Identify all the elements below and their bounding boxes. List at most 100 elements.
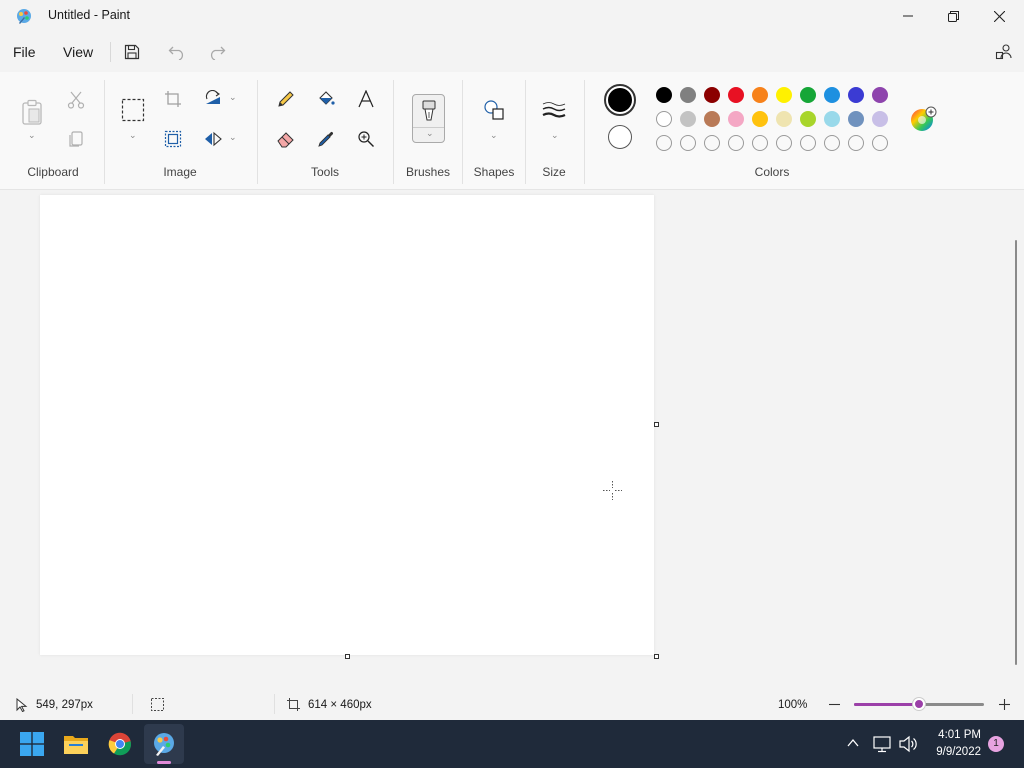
chrome-button[interactable] — [100, 724, 140, 764]
paste-button[interactable] — [18, 96, 46, 128]
secondary-color-button[interactable] — [608, 125, 632, 149]
shapes-button[interactable] — [480, 96, 508, 124]
custom-color-slot[interactable] — [824, 135, 840, 151]
flip-icon — [205, 131, 222, 147]
palette-color-swatch[interactable] — [848, 111, 864, 127]
palette-color-swatch[interactable] — [704, 111, 720, 127]
zoom-in-button[interactable] — [996, 696, 1012, 712]
color-picker-tool[interactable] — [312, 125, 340, 153]
close-button[interactable] — [976, 0, 1022, 32]
drawing-canvas[interactable] — [40, 195, 654, 655]
minimize-button[interactable] — [885, 0, 931, 32]
volume-button[interactable] — [898, 735, 918, 753]
plus-icon — [998, 698, 1010, 710]
magnifier-icon — [358, 131, 374, 147]
view-menu[interactable]: View — [63, 44, 93, 60]
shapes-dropdown-chevron[interactable]: ⌄ — [490, 130, 498, 141]
palette-color-swatch[interactable] — [752, 111, 768, 127]
palette-color-swatch[interactable] — [704, 87, 720, 103]
size-button[interactable] — [540, 96, 568, 124]
resize-handle-bottom[interactable] — [345, 654, 350, 659]
crop-button[interactable] — [159, 85, 187, 113]
eraser-tool[interactable] — [272, 125, 300, 153]
palette-color-swatch[interactable] — [776, 87, 792, 103]
edit-colors-button[interactable] — [910, 106, 938, 134]
menu-bar: File View — [0, 32, 1024, 72]
resize-button[interactable] — [159, 125, 187, 153]
file-explorer-button[interactable] — [56, 724, 96, 764]
notification-badge[interactable]: 1 — [988, 736, 1004, 752]
brushes-button[interactable]: ⌄ — [412, 94, 445, 143]
share-button[interactable] — [993, 41, 1015, 63]
palette-color-swatch[interactable] — [848, 87, 864, 103]
pencil-tool[interactable] — [272, 85, 300, 113]
zoom-slider-thumb[interactable] — [913, 698, 925, 710]
title-bar[interactable]: Untitled - Paint — [0, 0, 1024, 32]
brush-icon — [422, 100, 436, 121]
copy-button[interactable] — [62, 125, 90, 153]
flip-dropdown-chevron[interactable]: ⌄ — [229, 132, 237, 143]
custom-color-slot[interactable] — [656, 135, 672, 151]
palette-color-swatch[interactable] — [872, 87, 888, 103]
custom-color-slot[interactable] — [752, 135, 768, 151]
rotate-dropdown-chevron[interactable]: ⌄ — [229, 92, 237, 103]
palette-color-swatch[interactable] — [872, 111, 888, 127]
primary-color-button[interactable] — [604, 84, 636, 116]
restore-button[interactable] — [930, 0, 976, 32]
undo-button[interactable] — [166, 41, 188, 63]
clock-time[interactable]: 4:01 PM — [920, 729, 981, 741]
palette-color-swatch[interactable] — [680, 87, 696, 103]
palette-color-swatch[interactable] — [800, 111, 816, 127]
file-menu[interactable]: File — [13, 44, 36, 60]
group-divider — [584, 80, 585, 184]
brushes-dropdown-chevron[interactable]: ⌄ — [426, 128, 434, 139]
custom-color-slot[interactable] — [728, 135, 744, 151]
shapes-icon — [484, 100, 504, 120]
paint-taskbar-button[interactable] — [144, 724, 184, 764]
size-group-label: Size — [542, 165, 566, 179]
resize-handle-right[interactable] — [654, 422, 659, 427]
paste-dropdown-chevron[interactable]: ⌄ — [28, 130, 36, 141]
status-bar: 549, 297px 614 × 460px 100% — [0, 688, 1024, 720]
palette-color-swatch[interactable] — [680, 111, 696, 127]
chevron-up-icon — [847, 738, 859, 747]
resize-handle-corner[interactable] — [654, 654, 659, 659]
palette-color-swatch[interactable] — [800, 87, 816, 103]
custom-color-slot[interactable] — [800, 135, 816, 151]
fill-tool[interactable] — [312, 85, 340, 113]
start-button[interactable] — [12, 724, 52, 764]
palette-color-swatch[interactable] — [656, 111, 672, 127]
custom-color-slot[interactable] — [872, 135, 888, 151]
text-tool[interactable] — [352, 85, 380, 113]
select-button[interactable] — [119, 96, 147, 124]
custom-color-slot[interactable] — [704, 135, 720, 151]
rotate-button[interactable] — [199, 85, 227, 113]
palette-color-swatch[interactable] — [824, 111, 840, 127]
flip-button[interactable] — [199, 125, 227, 153]
palette-color-swatch[interactable] — [728, 111, 744, 127]
clock-date[interactable]: 9/9/2022 — [920, 746, 981, 758]
zoom-level[interactable]: 100% — [778, 699, 807, 711]
zoom-out-button[interactable] — [826, 696, 842, 712]
palette-color-swatch[interactable] — [656, 87, 672, 103]
show-hidden-icons-button[interactable] — [846, 736, 860, 750]
cut-button[interactable] — [62, 86, 90, 114]
scrollbar-thumb[interactable] — [1015, 240, 1017, 665]
taskbar: 4:01 PM 9/9/2022 1 — [0, 720, 1024, 768]
magnifier-tool[interactable] — [352, 125, 380, 153]
text-icon — [358, 90, 374, 108]
network-button[interactable] — [873, 735, 891, 753]
cut-icon — [67, 91, 85, 109]
size-dropdown-chevron[interactable]: ⌄ — [551, 130, 559, 141]
zoom-slider[interactable] — [854, 698, 984, 710]
custom-color-slot[interactable] — [848, 135, 864, 151]
custom-color-slot[interactable] — [680, 135, 696, 151]
custom-color-slot[interactable] — [776, 135, 792, 151]
redo-button[interactable] — [206, 41, 228, 63]
save-button[interactable] — [121, 41, 143, 63]
select-dropdown-chevron[interactable]: ⌄ — [129, 130, 137, 141]
palette-color-swatch[interactable] — [728, 87, 744, 103]
palette-color-swatch[interactable] — [776, 111, 792, 127]
palette-color-swatch[interactable] — [824, 87, 840, 103]
palette-color-swatch[interactable] — [752, 87, 768, 103]
